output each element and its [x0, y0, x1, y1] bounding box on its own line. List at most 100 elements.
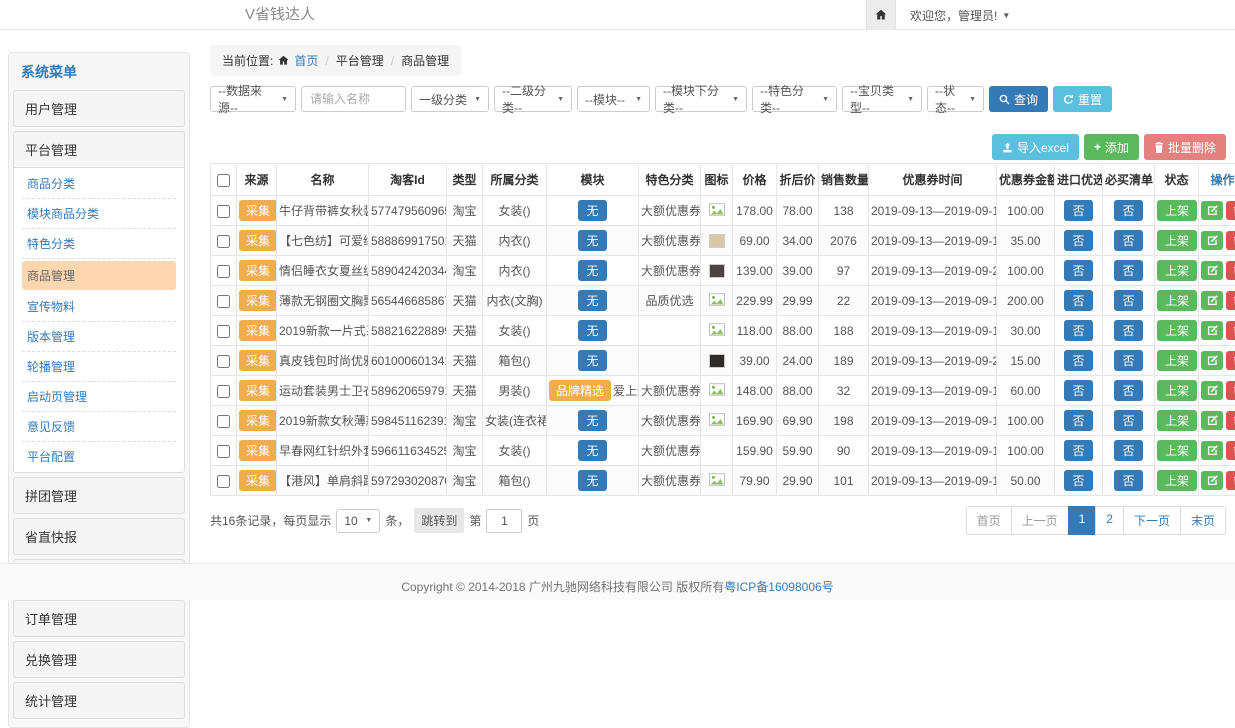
delete-button[interactable] — [1226, 441, 1235, 460]
status-button[interactable]: 上架 — [1157, 320, 1197, 341]
delete-button[interactable] — [1226, 471, 1235, 490]
filter-select[interactable]: --宝贝类型--▼ — [842, 86, 922, 112]
sidebar-item-platform-management[interactable]: 平台管理 — [14, 132, 184, 167]
sidebar-item-sub[interactable]: 特色分类 — [22, 229, 176, 259]
status-button[interactable]: 上架 — [1157, 230, 1197, 251]
must-buy-toggle-button[interactable]: 否 — [1114, 440, 1142, 461]
filter-select[interactable]: --模块--▼ — [577, 86, 650, 112]
delete-button[interactable] — [1226, 261, 1235, 280]
row-checkbox[interactable] — [217, 295, 230, 308]
module-badge[interactable]: 无 — [578, 440, 606, 461]
sidebar-item-sub[interactable]: 版本管理 — [22, 322, 176, 352]
must-buy-toggle-button[interactable]: 否 — [1114, 470, 1142, 491]
delete-button[interactable] — [1226, 321, 1235, 340]
sidebar-item[interactable]: 兑换管理 — [14, 642, 184, 677]
delete-button[interactable] — [1226, 231, 1235, 250]
module-badge[interactable]: 无 — [578, 260, 606, 281]
sidebar-item-sub[interactable]: 启动页管理 — [22, 382, 176, 412]
home-button[interactable] — [866, 0, 896, 30]
must-buy-toggle-button[interactable]: 否 — [1114, 230, 1142, 251]
sidebar-item-sub[interactable]: 宣传物料 — [22, 292, 176, 322]
breadcrumb-home-link[interactable]: 首页 — [294, 52, 318, 69]
icp-link[interactable]: 粤ICP备16098006号 — [724, 580, 833, 594]
imported-toggle-button[interactable]: 否 — [1064, 230, 1092, 251]
module-badge[interactable]: 无 — [578, 290, 606, 311]
edit-button[interactable] — [1201, 441, 1223, 460]
page-link[interactable]: 首页 — [966, 506, 1012, 535]
edit-button[interactable] — [1201, 321, 1223, 340]
jump-page-input[interactable] — [486, 509, 522, 533]
sidebar-item[interactable]: 统计管理 — [14, 683, 184, 718]
status-button[interactable]: 上架 — [1157, 290, 1197, 311]
edit-button[interactable] — [1201, 261, 1223, 280]
sidebar-item-user-management[interactable]: 用户管理 — [14, 91, 184, 126]
edit-button[interactable] — [1201, 201, 1223, 220]
filter-select[interactable]: --状态--▼ — [927, 86, 984, 112]
must-buy-toggle-button[interactable]: 否 — [1114, 320, 1142, 341]
delete-button[interactable] — [1226, 411, 1235, 430]
row-checkbox[interactable] — [217, 325, 230, 338]
delete-button[interactable] — [1226, 351, 1235, 370]
imported-toggle-button[interactable]: 否 — [1064, 440, 1092, 461]
per-page-select[interactable]: 10 ▼ — [336, 509, 380, 533]
delete-button[interactable] — [1226, 201, 1235, 220]
must-buy-toggle-button[interactable]: 否 — [1114, 260, 1142, 281]
must-buy-toggle-button[interactable]: 否 — [1114, 350, 1142, 371]
imported-toggle-button[interactable]: 否 — [1064, 470, 1092, 491]
name-input[interactable] — [301, 86, 406, 112]
add-button[interactable]: + 添加 — [1084, 134, 1139, 160]
must-buy-toggle-button[interactable]: 否 — [1114, 410, 1142, 431]
search-button[interactable]: 查询 — [989, 86, 1048, 112]
data-source-select[interactable]: --数据来源-- ▼ — [210, 86, 296, 112]
edit-button[interactable] — [1201, 231, 1223, 250]
module-badge[interactable]: 品牌精选 — [549, 380, 611, 401]
filter-select[interactable]: --模块下分类--▼ — [655, 86, 747, 112]
page-link[interactable]: 末页 — [1180, 506, 1226, 535]
sidebar-item-sub[interactable]: 模块商品分类 — [22, 199, 176, 229]
edit-button[interactable] — [1201, 471, 1223, 490]
page-link[interactable]: 1 — [1068, 506, 1097, 535]
row-checkbox[interactable] — [217, 355, 230, 368]
page-link[interactable]: 下一页 — [1123, 506, 1181, 535]
imported-toggle-button[interactable]: 否 — [1064, 380, 1092, 401]
page-link[interactable]: 上一页 — [1011, 506, 1069, 535]
row-checkbox[interactable] — [217, 205, 230, 218]
status-button[interactable]: 上架 — [1157, 440, 1197, 461]
imported-toggle-button[interactable]: 否 — [1064, 410, 1092, 431]
filter-select[interactable]: --二级分类--▼ — [494, 86, 572, 112]
status-button[interactable]: 上架 — [1157, 200, 1197, 221]
sidebar-item[interactable]: 省直快报 — [14, 519, 184, 554]
imported-toggle-button[interactable]: 否 — [1064, 260, 1092, 281]
module-badge[interactable]: 无 — [578, 410, 606, 431]
row-checkbox[interactable] — [217, 475, 230, 488]
edit-button[interactable] — [1201, 381, 1223, 400]
row-checkbox[interactable] — [217, 235, 230, 248]
reset-button[interactable]: 重置 — [1053, 86, 1112, 112]
module-badge[interactable]: 无 — [578, 470, 606, 491]
row-checkbox[interactable] — [217, 385, 230, 398]
sidebar-item-sub[interactable]: 平台配置 — [22, 442, 176, 471]
row-checkbox[interactable] — [217, 415, 230, 428]
filter-select[interactable]: 一级分类▼ — [411, 86, 489, 112]
module-badge[interactable]: 无 — [578, 320, 606, 341]
select-all-checkbox[interactable] — [217, 174, 230, 187]
imported-toggle-button[interactable]: 否 — [1064, 200, 1092, 221]
status-button[interactable]: 上架 — [1157, 260, 1197, 281]
filter-select[interactable]: --特色分类--▼ — [752, 86, 837, 112]
must-buy-toggle-button[interactable]: 否 — [1114, 200, 1142, 221]
module-badge[interactable]: 无 — [578, 200, 606, 221]
sidebar-item[interactable]: 拼团管理 — [14, 478, 184, 513]
import-excel-button[interactable]: 导入excel — [992, 134, 1079, 160]
sidebar-item[interactable]: 订单管理 — [14, 601, 184, 636]
must-buy-toggle-button[interactable]: 否 — [1114, 380, 1142, 401]
status-button[interactable]: 上架 — [1157, 410, 1197, 431]
sidebar-item-sub[interactable]: 商品分类 — [22, 169, 176, 199]
delete-button[interactable] — [1226, 381, 1235, 400]
status-button[interactable]: 上架 — [1157, 380, 1197, 401]
sidebar-item-sub[interactable]: 轮播管理 — [22, 352, 176, 382]
edit-button[interactable] — [1201, 291, 1223, 310]
row-checkbox[interactable] — [217, 265, 230, 278]
page-link[interactable]: 2 — [1095, 506, 1124, 535]
jump-button[interactable]: 跳转到 — [414, 508, 464, 533]
sidebar-item-goods-management-active[interactable]: 商品管理 — [22, 261, 176, 290]
